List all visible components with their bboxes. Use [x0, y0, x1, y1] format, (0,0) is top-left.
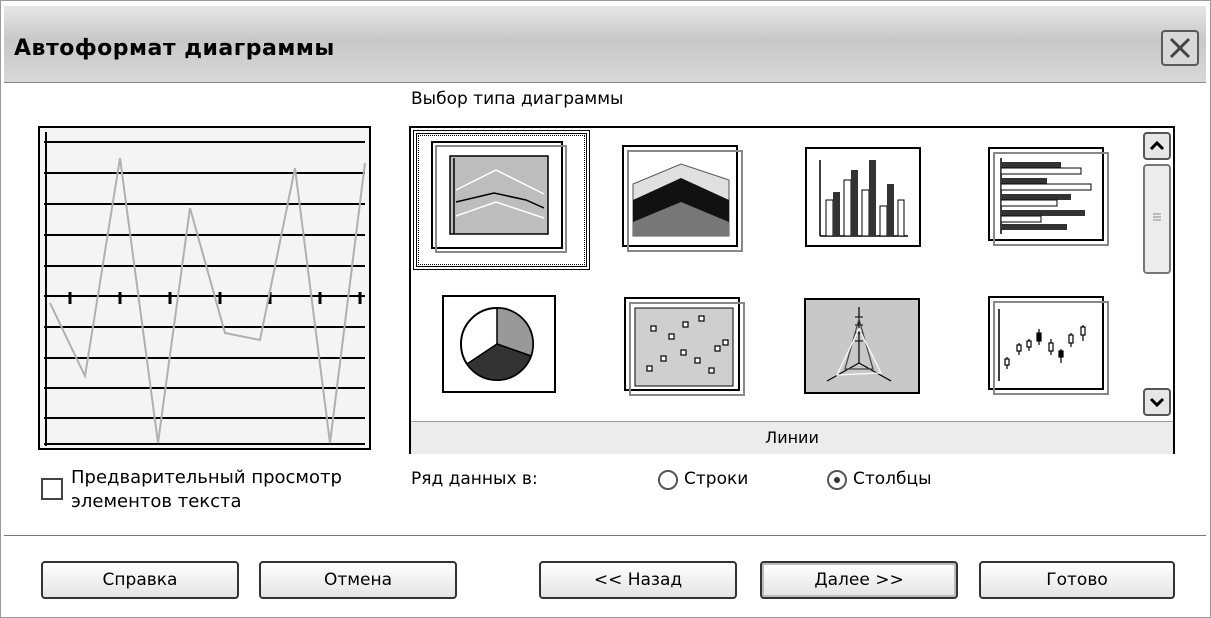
scroll-down-button[interactable] — [1143, 388, 1171, 416]
chart-type-bar[interactable] — [987, 146, 1112, 251]
next-button[interactable]: Далее >> — [760, 561, 958, 599]
chart-preview — [38, 126, 371, 450]
text-preview-checkbox[interactable] — [41, 478, 63, 500]
finish-button[interactable]: Готово — [979, 561, 1175, 599]
chart-autoformat-dialog: Автоформат диаграммы Выбор типа диаграмм… — [0, 0, 1211, 618]
back-button[interactable]: << Назад — [539, 561, 737, 599]
radio-rows-circle[interactable] — [658, 470, 678, 490]
chevron-up-icon — [1149, 140, 1165, 151]
radio-selected-dot — [834, 477, 840, 483]
radio-columns-circle[interactable] — [827, 470, 847, 490]
column-chart-icon — [805, 147, 921, 247]
cancel-button[interactable]: Отмена — [259, 561, 457, 599]
grip-icon — [1153, 213, 1161, 221]
button-divider — [4, 535, 1206, 536]
stock-chart-icon — [988, 296, 1109, 395]
pie-chart-icon — [442, 295, 556, 393]
bar-chart-icon — [988, 147, 1109, 246]
close-icon — [1169, 37, 1191, 59]
close-button[interactable] — [1161, 30, 1199, 66]
chart-type-area[interactable] — [621, 144, 746, 254]
chart-type-scatter[interactable] — [623, 296, 748, 401]
data-series-label: Ряд данных в: — [411, 469, 538, 489]
chart-type-net[interactable] — [803, 297, 921, 399]
selected-type-caption: Линии — [765, 428, 819, 447]
chart-type-stock[interactable] — [987, 295, 1112, 400]
radio-rows-label: Строки — [684, 469, 749, 489]
radio-columns-label: Столбцы — [853, 469, 932, 489]
chart-type-caption-bar: Линии — [411, 421, 1173, 454]
area-chart-icon — [622, 145, 743, 252]
chevron-down-icon — [1149, 397, 1165, 408]
chart-type-column[interactable] — [804, 146, 924, 251]
dialog-title: Автоформат диаграммы — [14, 36, 335, 61]
help-button[interactable]: Справка — [41, 561, 239, 599]
scroll-thumb[interactable] — [1143, 164, 1171, 274]
chart-type-pie[interactable] — [441, 294, 561, 399]
gallery-scrollbar[interactable] — [1141, 130, 1173, 420]
chart-type-label: Выбор типа диаграммы — [411, 89, 624, 109]
scroll-up-button[interactable] — [1143, 132, 1171, 160]
title-bar[interactable]: Автоформат диаграммы — [4, 6, 1206, 83]
scatter-chart-icon — [624, 297, 745, 396]
text-preview-label: Предварительный просмотр элементов текст… — [71, 467, 342, 512]
net-chart-icon — [804, 298, 920, 394]
selected-chart-type-frame — [413, 130, 590, 270]
